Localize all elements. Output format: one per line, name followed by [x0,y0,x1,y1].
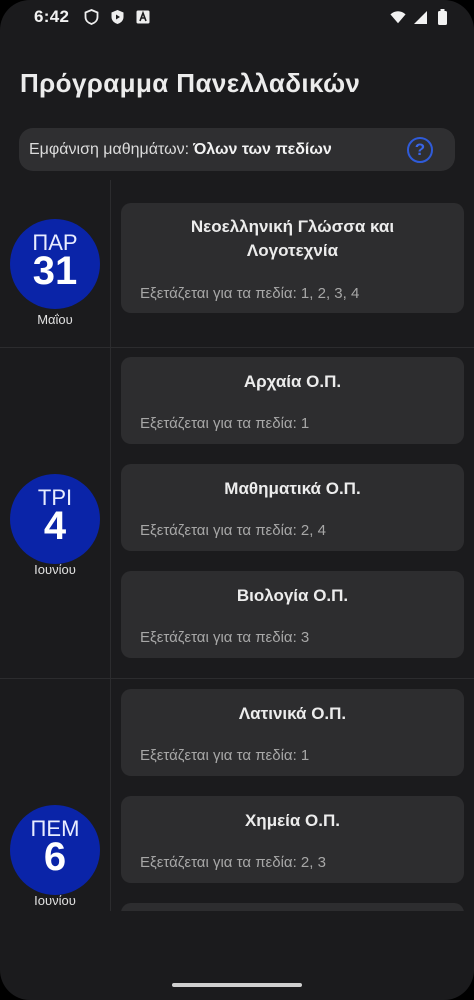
date-day: 31 [32,249,78,293]
letter-a-icon [135,9,151,25]
exam-fields: Εξετάζεται για τα πεδία: 1 [140,415,310,432]
exam-title: Νεοελληνική Γλώσσα και [190,217,395,236]
exam-fields: Εξετάζεται για τα πεδία: 1 [140,747,310,764]
date-badge: ΠΕΜ 6 [10,805,100,895]
exam-title: Μαθηματικά Ο.Π. [224,479,361,498]
date-badge: ΤΡΙ 4 [10,474,100,564]
exam-card[interactable]: Μαθηματικά Ο.Π. Εξετάζεται για τα πεδία:… [121,464,464,551]
exam-title-line2: Λογοτεχνία [246,241,339,260]
shield-play-icon [109,9,125,25]
vertical-divider [110,348,111,678]
exam-card[interactable]: Χημεία Ο.Π. Εξετάζεται για τα πεδία: 2, … [121,796,464,883]
help-icon[interactable]: ? [407,136,433,163]
date-day: 6 [43,835,67,879]
exam-schedule-list[interactable]: ΠΑΡ 31 Μαΐου Νεοελληνική Γλώσσα και Λογο… [0,180,474,911]
exam-fields: Εξετάζεται για τα πεδία: 3 [140,629,310,646]
exam-fields: Εξετάζεται για τα πεδία: 2, 3 [140,854,326,871]
date-month: Μαΐου [37,312,73,327]
app-screen: 6:42 Πρόγραμμα Πανελλαδικών Εμφάνιση μαθ… [0,0,474,1000]
field-filter-bar[interactable]: Εμφάνιση μαθημάτων: Όλων των πεδίων ? [19,128,455,171]
day-group: ΤΡΙ 4 Ιουνίου Αρχαία Ο.Π. Εξετάζεται για… [0,348,474,678]
day-group: ΠΑΡ 31 Μαΐου Νεοελληνική Γλώσσα και Λογο… [0,180,474,347]
wifi-icon [390,9,406,25]
filter-value[interactable]: Όλων των πεδίων [193,141,332,159]
vertical-divider [110,679,111,911]
notification-icons [83,9,151,25]
signal-icon [412,9,428,25]
exam-card[interactable]: Νεοελληνική Γλώσσα και Λογοτεχνία Εξετάζ… [121,203,464,313]
page-title: Πρόγραμμα Πανελλαδικών [20,68,361,98]
date-badge: ΠΑΡ 31 [10,219,100,309]
exam-title: Αρχαία Ο.Π. [243,372,342,391]
exam-fields: Εξετάζεται για τα πεδία: 1, 2, 3, 4 [140,285,360,302]
filter-label: Εμφάνιση μαθημάτων: [29,140,190,158]
exam-card[interactable]: Λατινικά Ο.Π. Εξετάζεται για τα πεδία: 1 [121,689,464,776]
exam-card[interactable]: Αρχαία Ο.Π. Εξετάζεται για τα πεδία: 1 [121,357,464,444]
exam-fields: Εξετάζεται για τα πεδία: 2, 4 [140,522,326,539]
gesture-nav-handle[interactable] [172,983,302,987]
date-month: Ιουνίου [34,562,76,577]
day-group: ΠΕΜ 6 Ιουνίου Λατινικά Ο.Π. Εξετάζεται γ… [0,679,474,911]
exam-card-partial[interactable] [121,903,464,911]
battery-icon [434,9,450,25]
date-day: 4 [43,504,67,548]
exam-card[interactable]: Βιολογία Ο.Π. Εξετάζεται για τα πεδία: 3 [121,571,464,658]
status-time: 6:42 [34,7,70,26]
vertical-divider [110,180,111,347]
date-month: Ιουνίου [34,893,76,908]
system-icons [390,9,450,25]
exam-title: Λατινικά Ο.Π. [238,704,347,723]
status-bar: 6:42 [0,0,474,34]
exam-title: Βιολογία Ο.Π. [236,586,349,605]
shield-outline-icon [83,9,99,25]
exam-title: Χημεία Ο.Π. [244,811,341,830]
